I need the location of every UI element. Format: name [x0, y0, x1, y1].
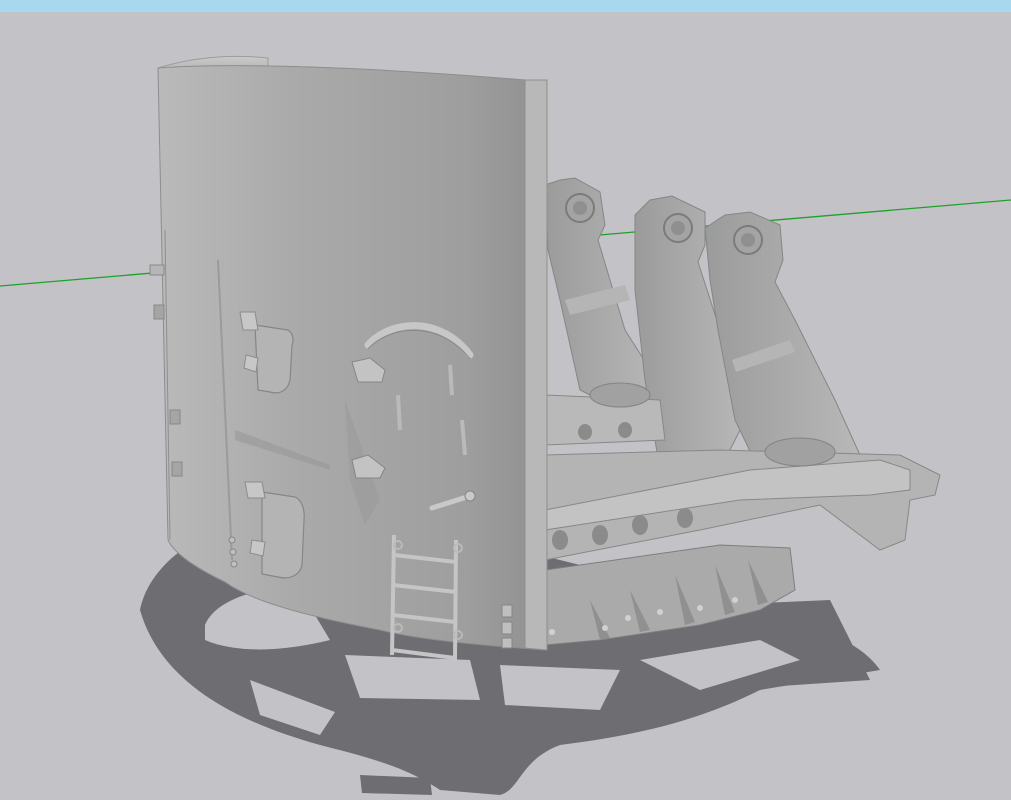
gun-cradle[interactable] — [544, 177, 941, 646]
3d-viewport[interactable] — [0, 0, 1011, 800]
gun-shield[interactable] — [157, 55, 548, 651]
3d-scene[interactable] — [0, 0, 1011, 800]
